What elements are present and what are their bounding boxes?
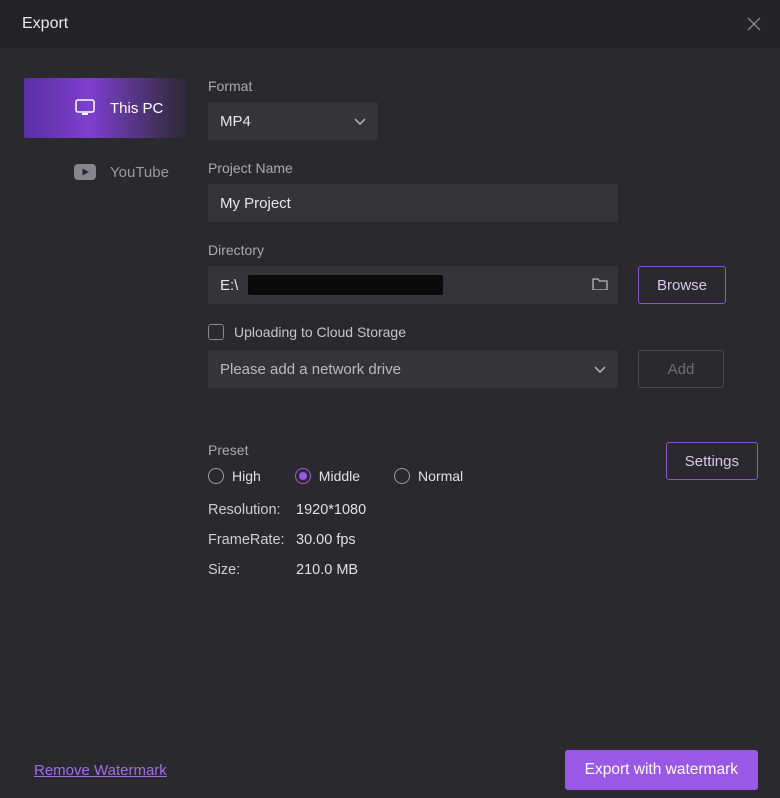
preset-radio-group: High Middle Normal xyxy=(208,468,463,484)
sidebar-item-youtube[interactable]: YouTube xyxy=(24,142,188,202)
framerate-value: 30.00 fps xyxy=(296,532,758,548)
footer: Remove Watermark Export with watermark xyxy=(0,742,780,798)
format-label: Format xyxy=(208,78,758,94)
radio-label: Middle xyxy=(319,468,360,484)
titlebar: Export xyxy=(0,0,780,48)
resolution-key: Resolution: xyxy=(208,502,296,518)
preset-radio-middle[interactable]: Middle xyxy=(295,468,360,484)
sidebar-item-label: YouTube xyxy=(110,164,169,181)
directory-label: Directory xyxy=(208,242,758,258)
chevron-down-icon xyxy=(354,113,366,130)
radio-icon xyxy=(295,468,311,484)
directory-field[interactable]: E:\ xyxy=(208,266,618,304)
radio-label: Normal xyxy=(418,468,463,484)
format-value: MP4 xyxy=(220,113,251,130)
remove-watermark-link[interactable]: Remove Watermark xyxy=(34,762,167,779)
radio-label: High xyxy=(232,468,261,484)
project-name-label: Project Name xyxy=(208,160,758,176)
preset-radio-normal[interactable]: Normal xyxy=(394,468,463,484)
settings-button[interactable]: Settings xyxy=(666,442,758,480)
size-value: 210.0 MB xyxy=(296,562,758,578)
redacted-path xyxy=(248,275,443,295)
radio-icon xyxy=(394,468,410,484)
close-icon[interactable] xyxy=(742,12,766,36)
cloud-upload-checkbox[interactable] xyxy=(208,324,224,340)
project-name-input[interactable] xyxy=(208,184,618,222)
resolution-value: 1920*1080 xyxy=(296,502,758,518)
chevron-down-icon xyxy=(594,361,606,378)
folder-icon xyxy=(592,276,608,294)
sidebar-item-this-pc[interactable]: This PC xyxy=(24,78,188,138)
preset-radio-high[interactable]: High xyxy=(208,468,261,484)
sidebar-item-label: This PC xyxy=(110,100,163,117)
add-drive-button[interactable]: Add xyxy=(638,350,724,388)
size-key: Size: xyxy=(208,562,296,578)
preset-info: Resolution: 1920*1080 FrameRate: 30.00 f… xyxy=(208,502,758,578)
network-drive-select[interactable]: Please add a network drive xyxy=(208,350,618,388)
network-drive-placeholder: Please add a network drive xyxy=(220,361,401,378)
cloud-upload-label: Uploading to Cloud Storage xyxy=(234,324,406,340)
format-select[interactable]: MP4 xyxy=(208,102,378,140)
radio-icon xyxy=(208,468,224,484)
youtube-icon xyxy=(74,163,96,181)
sidebar: This PC YouTube xyxy=(0,48,200,748)
preset-label: Preset xyxy=(208,442,463,458)
browse-button[interactable]: Browse xyxy=(638,266,726,304)
export-button[interactable]: Export with watermark xyxy=(565,750,758,790)
dialog-title: Export xyxy=(22,15,68,33)
monitor-icon xyxy=(74,99,96,117)
directory-value: E:\ xyxy=(220,277,238,294)
framerate-key: FrameRate: xyxy=(208,532,296,548)
